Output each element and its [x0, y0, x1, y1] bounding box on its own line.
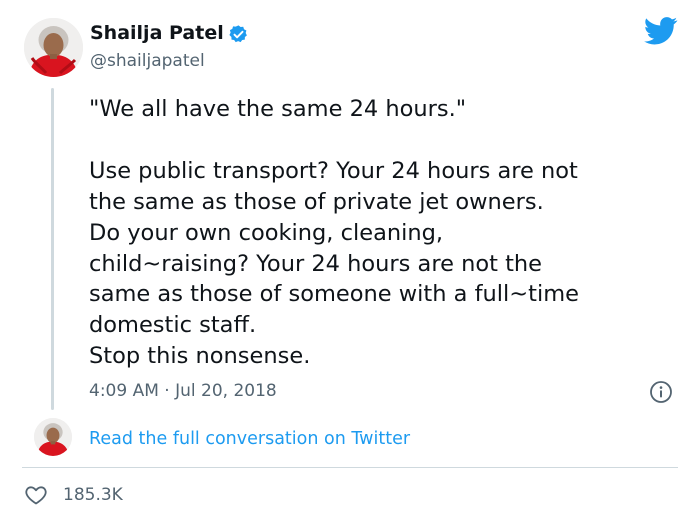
verified-badge-icon	[229, 25, 247, 43]
like-count: 185.3K	[63, 485, 123, 505]
author-handle[interactable]: @shailjapatel	[90, 49, 205, 73]
read-conversation-link[interactable]: Read the full conversation on Twitter	[89, 427, 410, 451]
tweet-text: "We all have the same 24 hours." Use pub…	[89, 96, 579, 370]
twitter-bird-icon[interactable]	[644, 17, 678, 45]
author-avatar-small[interactable]	[34, 418, 72, 456]
divider	[22, 467, 678, 468]
tweet-card: Shailja Patel @shailjapatel "We all have…	[0, 0, 700, 522]
author-avatar[interactable]	[24, 18, 83, 77]
tweet-timestamp[interactable]: 4:09 AM · Jul 20, 2018	[89, 379, 277, 403]
info-icon[interactable]	[649, 380, 673, 404]
thread-line	[51, 88, 54, 410]
heart-icon	[25, 486, 47, 505]
author-name[interactable]: Shailja Patel	[90, 20, 224, 46]
